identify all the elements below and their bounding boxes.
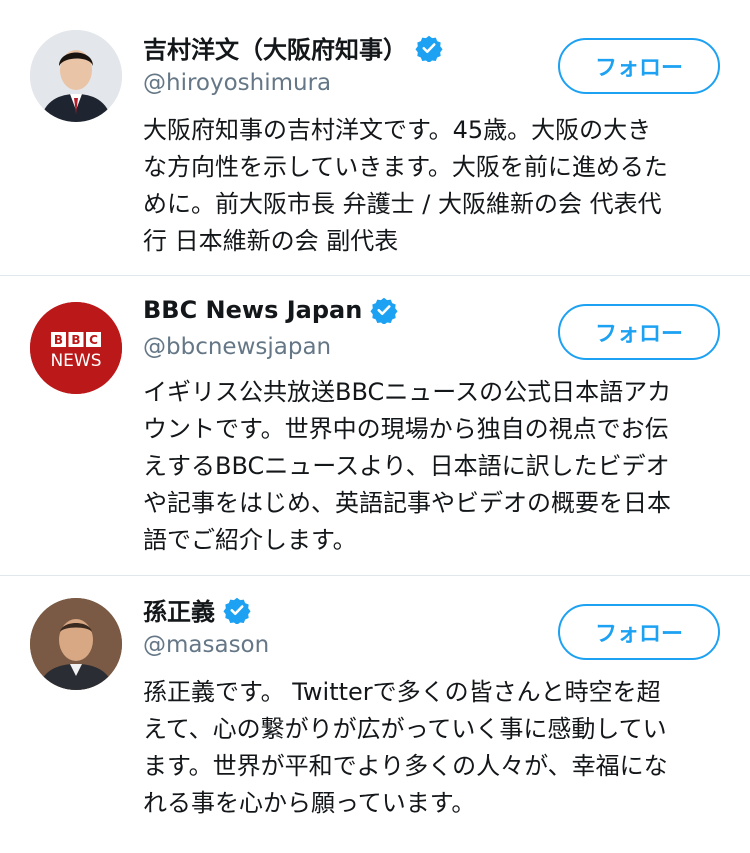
person-avatar-icon bbox=[30, 598, 122, 690]
bio-line: や記事をはじめ、英語記事やビデオの概要を日本 bbox=[143, 489, 671, 517]
bbc-letter: B bbox=[54, 333, 63, 347]
bio-text: イギリス公共放送BBCニュースの公式日本語アカ ウントです。世界中の現場から独自… bbox=[143, 374, 723, 559]
bio-line: ます。世界が平和でより多くの人々が、幸福にな bbox=[143, 752, 668, 780]
avatar[interactable] bbox=[30, 598, 122, 690]
user-handle[interactable]: @bbcnewsjapan bbox=[143, 334, 331, 360]
bio-text: 孫正義です。 Twitterで多くの皆さんと時空を超 えて、心の繋がりが広がって… bbox=[143, 674, 723, 822]
bbc-letter: C bbox=[89, 333, 98, 347]
display-name[interactable]: BBC News Japan bbox=[143, 296, 362, 324]
follow-button[interactable]: フォロー bbox=[558, 38, 720, 94]
verified-badge-icon bbox=[415, 35, 443, 62]
display-name[interactable]: 孫正義 bbox=[143, 592, 215, 627]
bio-text: 大阪府知事の吉村洋文です。45歳。大阪の大き な方向性を示していきます。大阪を前… bbox=[143, 112, 723, 260]
account-card[interactable]: 孫正義 @masason フォロー 孫正義です。 Twitterで多くの皆さんと… bbox=[0, 576, 750, 846]
person-avatar-icon bbox=[30, 30, 122, 122]
bio-line: イギリス公共放送BBCニュースの公式日本語アカ bbox=[143, 378, 672, 406]
avatar[interactable]: B B C NEWS bbox=[30, 302, 122, 394]
bio-line: えて、心の繋がりが広がっていく事に感動してい bbox=[143, 715, 667, 743]
bio-line: 孫正義です。 Twitterで多くの皆さんと時空を超 bbox=[143, 678, 661, 706]
follow-suggestion-list: 吉村洋文（大阪府知事） @hiroyoshimura フォロー 大阪府知事の吉村… bbox=[0, 0, 750, 846]
bbc-news-logo: B B C NEWS bbox=[30, 302, 122, 394]
user-handle[interactable]: @hiroyoshimura bbox=[143, 70, 331, 96]
verified-badge-icon bbox=[370, 297, 398, 324]
verified-badge-icon bbox=[223, 597, 251, 624]
account-card[interactable]: B B C NEWS BBC News Japan @bbcnewsjapan … bbox=[0, 276, 750, 576]
bio-line: 語でご紹介します。 bbox=[143, 526, 357, 554]
follow-button[interactable]: フォロー bbox=[558, 604, 720, 660]
bio-line: 大阪府知事の吉村洋文です。45歳。大阪の大き bbox=[143, 116, 652, 144]
bio-line: 行 日本維新の会 副代表 bbox=[143, 227, 399, 255]
bio-line: な方向性を示していきます。大阪を前に進めるた bbox=[143, 153, 668, 181]
bio-line: めに。前大阪市長 弁護士 / 大阪維新の会 代表代 bbox=[143, 190, 662, 218]
follow-button[interactable]: フォロー bbox=[558, 304, 720, 360]
avatar[interactable] bbox=[30, 30, 122, 122]
user-handle[interactable]: @masason bbox=[143, 632, 269, 658]
bbc-letter: B bbox=[71, 333, 80, 347]
account-card[interactable]: 吉村洋文（大阪府知事） @hiroyoshimura フォロー 大阪府知事の吉村… bbox=[0, 0, 750, 276]
display-name[interactable]: 吉村洋文（大阪府知事） bbox=[143, 30, 407, 65]
logo-news-text: NEWS bbox=[50, 351, 101, 371]
bio-line: ウントです。世界中の現場から独自の視点でお伝 bbox=[143, 415, 669, 443]
bio-line: えするBBCニュースより、日本語に訳したビデオ bbox=[143, 452, 670, 480]
bio-line: れる事を心から願っています。 bbox=[143, 789, 476, 817]
